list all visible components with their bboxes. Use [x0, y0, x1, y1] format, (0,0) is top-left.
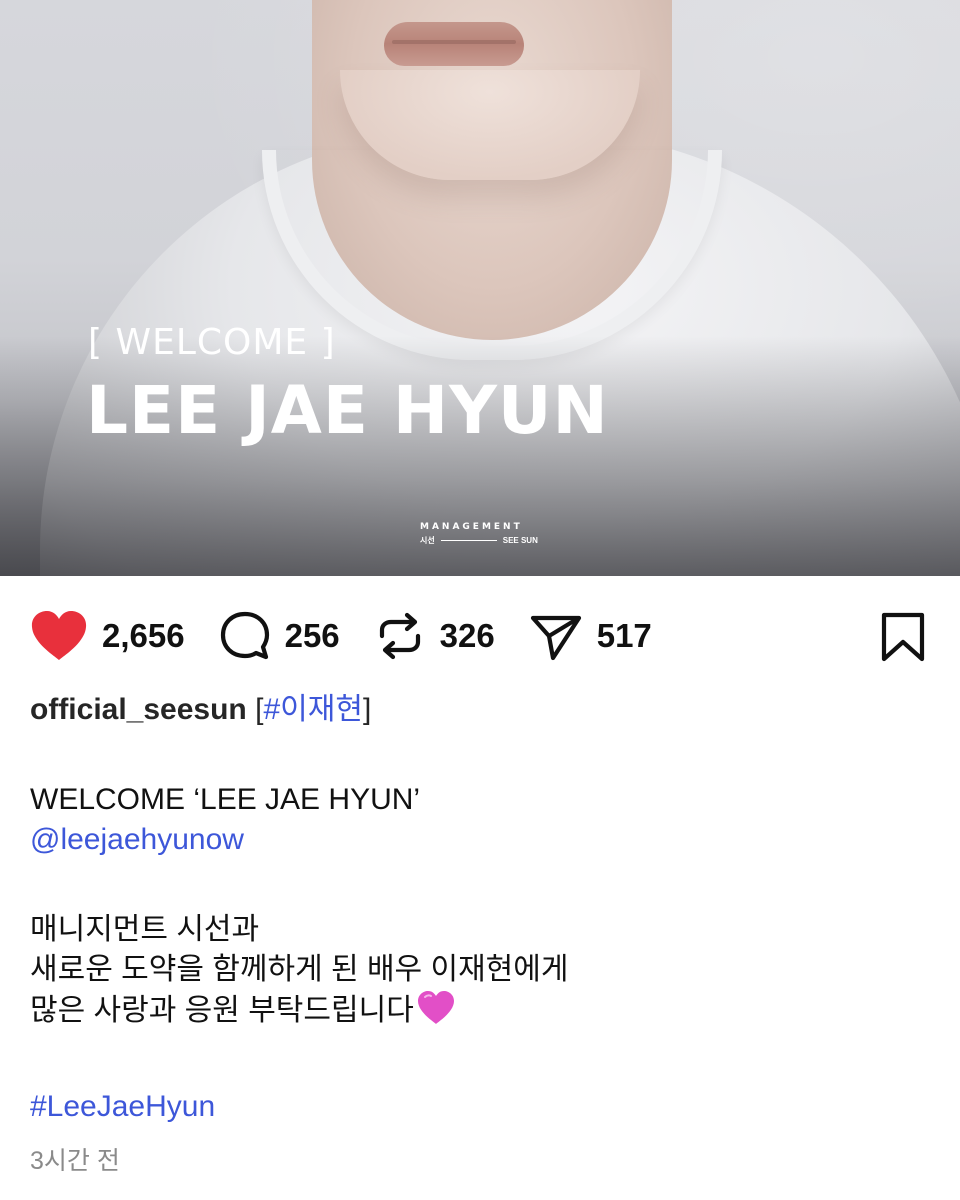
management-logo-english: SEE SUN — [502, 536, 538, 545]
hashtag-bracket-close: ] — [362, 693, 372, 726]
management-logo-rule — [440, 540, 497, 541]
management-logo-korean: 시선 — [420, 536, 435, 545]
share-button[interactable]: 517 — [529, 610, 652, 662]
like-count: 2,656 — [102, 617, 185, 654]
repost-count: 326 — [439, 617, 495, 654]
repost-icon[interactable] — [374, 610, 426, 662]
comment-count: 256 — [284, 617, 340, 654]
post-timestamp: 3시간 전 — [30, 1147, 120, 1175]
mention-link[interactable]: @leejaehyunow — [30, 820, 930, 860]
management-logo-bottom: 시선 SEE SUN — [420, 535, 544, 546]
heart-icon[interactable] — [30, 610, 88, 662]
username-link[interactable]: official_seesun — [30, 693, 247, 726]
share-icon[interactable] — [529, 610, 583, 662]
post-caption: official_seesun [#이재현] WELCOME ‘LEE JAE … — [30, 690, 930, 1177]
repost-button[interactable]: 326 — [374, 610, 495, 662]
post-image[interactable]: [ WELCOME ] LEE JAE HYUN MANAGEMENT 시선 S… — [0, 0, 960, 576]
caption-korean-line-1: 매니지먼트 시선과 — [30, 913, 260, 946]
caption-korean-line-2: 새로운 도약을 함께하게 된 배우 이재현에게 — [30, 953, 569, 986]
image-lips — [384, 22, 524, 66]
comment-button[interactable]: 256 — [219, 610, 340, 662]
caption-welcome-line: WELCOME ‘LEE JAE HYUN’ — [30, 783, 421, 816]
management-logo: MANAGEMENT 시선 SEE SUN — [420, 522, 544, 546]
caption-korean-line-3: 많은 사랑과 응원 부탁드립니다 — [30, 990, 930, 1037]
hashtag-bottom-link[interactable]: #LeeJaeHyun — [30, 1087, 930, 1127]
comment-icon[interactable] — [219, 610, 271, 662]
post-actions-bar: 2,656 256 326 517 — [0, 598, 960, 674]
share-count: 517 — [596, 617, 652, 654]
hashtag-link[interactable]: #이재현 — [263, 693, 363, 726]
caption-korean-line-3-text: 많은 사랑과 응원 부탁드립니다 — [30, 994, 414, 1027]
bookmark-icon[interactable] — [880, 612, 926, 667]
caption-header: official_seesun [#이재현] — [30, 690, 930, 730]
overlay-welcome-text: [ WELCOME ] — [88, 322, 336, 363]
image-lips-line — [392, 40, 516, 44]
overlay-name-text: LEE JAE HYUN — [86, 372, 609, 449]
pink-heart-icon — [416, 990, 456, 1037]
like-button[interactable]: 2,656 — [30, 610, 185, 662]
management-logo-top: MANAGEMENT — [420, 522, 523, 532]
